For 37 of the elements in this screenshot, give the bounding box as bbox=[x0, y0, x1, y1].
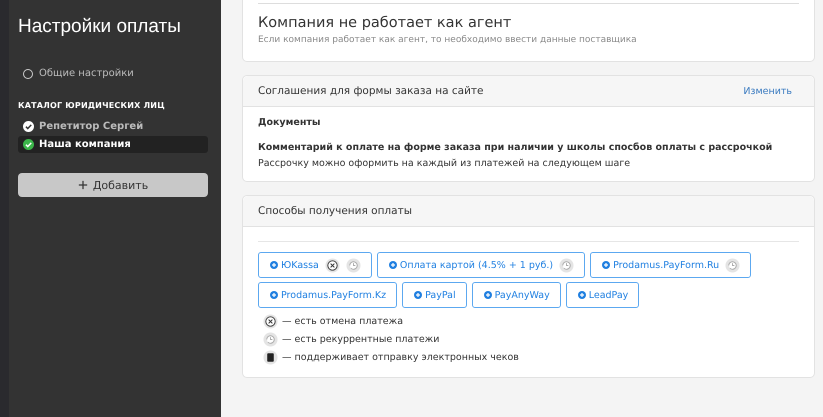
legend-text: — есть рекуррентные платежи bbox=[282, 334, 440, 345]
comment-title: Комментарий к оплате на форме заказа при наличии у школы спосбов оплаты с рассрочкой bbox=[258, 142, 774, 153]
history-icon bbox=[263, 332, 278, 347]
entity-item[interactable]: Репетитор Сергей bbox=[18, 118, 208, 135]
payment-method-button[interactable]: Prodamus.PayForm.Ru bbox=[590, 252, 752, 278]
catalog-heading: КАТАЛОГ ЮРИДИЧЕСКИХ ЛИЦ bbox=[18, 101, 166, 110]
plus-icon bbox=[414, 291, 422, 299]
legend-text: — есть отмена платежа bbox=[282, 316, 404, 327]
plus-icon bbox=[578, 291, 586, 299]
card-title: Способы получения оплаты bbox=[258, 205, 412, 217]
plus-icon bbox=[484, 291, 492, 299]
sidebar-title: Настройки оплаты bbox=[18, 16, 182, 38]
payment-method-button[interactable]: Оплата картой (4.5% + 1 руб.) bbox=[376, 252, 586, 278]
legend-text: — поддерживает отправку электронных чеков bbox=[282, 352, 519, 363]
payment-method-button[interactable]: PayPal bbox=[402, 282, 467, 308]
agent-title: Компания не работает как агент bbox=[258, 15, 512, 31]
plus-icon bbox=[78, 180, 88, 190]
card-title: Соглашения для формы заказа на сайте bbox=[258, 85, 484, 97]
plus-icon bbox=[270, 261, 278, 269]
entity-item[interactable]: Наша компания bbox=[18, 136, 208, 153]
check-icon bbox=[23, 139, 34, 150]
receipt-icon bbox=[263, 350, 278, 365]
documents-label: Документы bbox=[258, 117, 322, 128]
payment-method-button[interactable]: Prodamus.PayForm.Kz bbox=[258, 282, 398, 308]
plus-icon bbox=[388, 261, 397, 269]
comment-text: Рассрочку можно оформить на каждый из платежей на следующем шаге bbox=[258, 158, 632, 169]
cancel-icon bbox=[263, 314, 278, 329]
plus-icon bbox=[270, 291, 278, 299]
payment-method-button[interactable]: LeadPay bbox=[566, 282, 640, 308]
check-icon bbox=[23, 121, 34, 132]
payment-method-button[interactable]: PayAnyWay bbox=[472, 282, 561, 308]
plus-icon bbox=[602, 261, 610, 269]
edit-link[interactable]: Изменить bbox=[743, 86, 792, 96]
general-settings-item[interactable]: Общие настройки bbox=[18, 68, 208, 79]
add-button[interactable]: Добавить bbox=[18, 173, 208, 197]
payment-method-button[interactable]: ЮKassa bbox=[258, 252, 372, 278]
agent-hint: Если компания работает как агент, то необходимо ввести данные поставщика bbox=[258, 35, 638, 45]
